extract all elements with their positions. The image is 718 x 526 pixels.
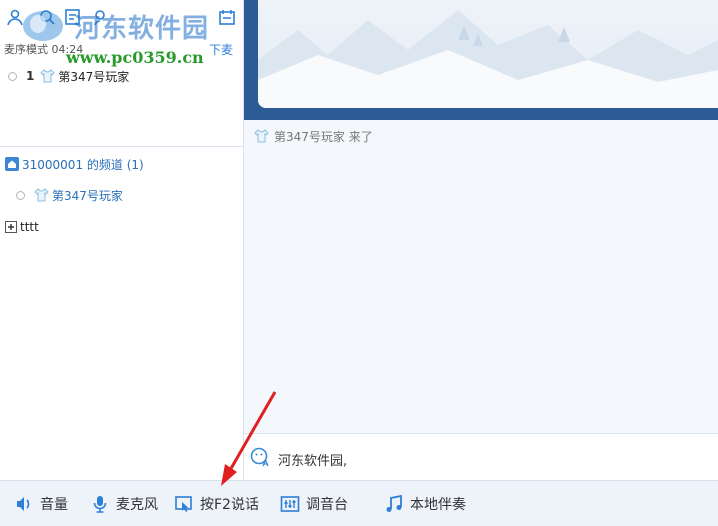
channel-panel: 河东软件园 www.pc0359.cn 麦序模式 04:24 下麦 1 第347…	[0, 0, 243, 480]
microphone-button[interactable]: 麦克风	[90, 493, 158, 515]
music-note-icon	[386, 494, 402, 512]
push-talk-icon	[175, 496, 192, 512]
shirt-icon	[34, 188, 49, 202]
chat-input-area[interactable]: 河东软件园,	[244, 433, 718, 480]
note-icon[interactable]	[64, 8, 82, 26]
status-dot	[8, 71, 17, 81]
shirt-icon	[254, 129, 269, 143]
status-dot	[16, 190, 25, 200]
chat-input[interactable]: 河东软件园,	[278, 450, 347, 469]
shirt-icon	[40, 69, 56, 83]
local-accompany-label: 本地伴奏	[410, 497, 466, 513]
push-to-talk-button[interactable]: 按F2说话	[174, 493, 259, 515]
user-name: 第347号玩家	[52, 188, 123, 203]
top-toolbar	[6, 8, 236, 28]
search-icon[interactable]	[38, 8, 56, 26]
microphone-label: 麦克风	[116, 497, 158, 513]
emoji-icon[interactable]	[250, 447, 270, 467]
banner	[244, 0, 718, 120]
join-message-text: 第347号玩家 来了	[274, 129, 373, 144]
sub-channel-name: tttt	[20, 220, 39, 234]
channel-item[interactable]: 31000001 的频道 (1)	[5, 155, 144, 173]
watermark-url: www.pc0359.cn	[66, 48, 204, 67]
sub-channel-item[interactable]: tttt	[5, 219, 39, 235]
mic-down-button[interactable]: 下麦	[209, 41, 233, 58]
volume-button[interactable]: 音量	[14, 493, 68, 515]
mixer-label: 调音台	[306, 497, 348, 513]
mixer-button[interactable]: 调音台	[280, 493, 348, 515]
chat-panel: 第347号玩家 来了 河东软件园,	[244, 0, 718, 480]
user-icon[interactable]	[6, 8, 24, 26]
calendar-icon[interactable]	[218, 8, 236, 26]
user-name: 第347号玩家	[58, 69, 130, 84]
volume-label: 音量	[40, 497, 68, 513]
mixer-icon	[280, 496, 300, 512]
mic-mode-label: 麦序模式 04:24	[4, 43, 84, 56]
bottom-toolbar: 音量 麦克风 按F2说话 调音台 本地伴奏	[0, 480, 718, 526]
push-to-talk-label: 按F2说话	[200, 497, 259, 513]
plus-icon[interactable]	[5, 221, 17, 233]
mic-queue-item[interactable]: 1 第347号玩家	[8, 67, 129, 85]
home-icon	[5, 157, 19, 171]
channel-name: 31000001 的频道 (1)	[22, 157, 144, 172]
divider	[0, 146, 243, 147]
banner-image	[258, 0, 718, 108]
queue-index: 1	[26, 69, 35, 83]
local-accompany-button[interactable]: 本地伴奏	[384, 493, 466, 515]
speaker-icon	[17, 497, 30, 511]
person-search-icon[interactable]	[92, 8, 110, 26]
channel-user-item[interactable]: 第347号玩家	[16, 186, 123, 204]
system-message: 第347号玩家 来了	[254, 127, 373, 145]
microphone-icon	[93, 496, 107, 513]
